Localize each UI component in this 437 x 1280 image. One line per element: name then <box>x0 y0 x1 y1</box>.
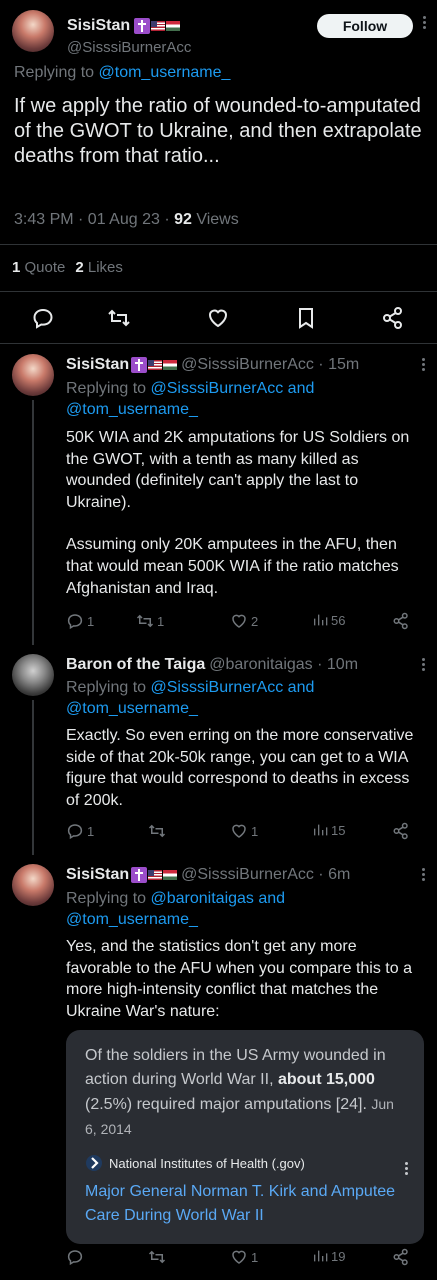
cross-emoji-icon <box>131 357 148 373</box>
share-icon[interactable] <box>392 822 410 840</box>
retweet-icon <box>148 822 166 840</box>
reply-button[interactable]: 1 <box>66 612 94 630</box>
avatar[interactable] <box>12 864 54 906</box>
avatar[interactable] <box>12 654 54 696</box>
cross-emoji-icon <box>134 18 151 34</box>
tweet-text: If we apply the ratio of wounded-to-ampu… <box>14 95 422 167</box>
reply-text: Yes, and the statistics don't get any mo… <box>66 938 412 1020</box>
mention-link[interactable]: @SisssiBurnerAcc and <box>151 380 315 397</box>
views-button[interactable]: 19 <box>312 1248 345 1264</box>
reply-action-bar: 1 1 15 <box>66 822 416 842</box>
like-button[interactable]: 1 <box>230 822 258 840</box>
like-icon[interactable] <box>206 306 230 330</box>
follow-button[interactable]: Follow <box>317 14 413 38</box>
reply-icon <box>66 1248 84 1266</box>
views-button[interactable]: 56 <box>312 612 345 628</box>
mention-link[interactable]: @tom_username_ <box>66 911 198 928</box>
replying-to: Replying to @baronitaigas and @tom_usern… <box>66 890 286 928</box>
retweet-icon <box>148 1248 166 1266</box>
divider <box>0 291 437 292</box>
us-flag-icon <box>148 360 163 370</box>
like-icon <box>230 822 248 840</box>
bookmark-icon[interactable] <box>294 306 318 330</box>
like-button[interactable]: 1 <box>230 1248 258 1266</box>
retweet-button[interactable] <box>148 1248 166 1266</box>
more-icon[interactable] <box>405 1162 408 1175</box>
more-icon[interactable] <box>422 358 425 371</box>
reply-header: SisiStan @SisssiBurnerAcc · 15m <box>66 356 360 373</box>
card-source: National Institutes of Health (.gov) <box>85 1154 305 1172</box>
like-icon <box>230 612 248 630</box>
views-icon <box>312 822 328 838</box>
author-name[interactable]: SisiStan <box>67 17 181 35</box>
main-action-bar <box>0 300 437 336</box>
reply-tweet[interactable]: SisiStan @SisssiBurnerAcc · 6m Replying … <box>0 864 437 1274</box>
avatar[interactable] <box>12 354 54 396</box>
author-handle[interactable]: @SisssiBurnerAcc <box>67 39 191 56</box>
replying-to: Replying to @SisssiBurnerAcc and @tom_us… <box>66 380 315 418</box>
reply-action-bar: 1 1 2 56 <box>66 612 416 632</box>
us-flag-icon <box>151 21 166 31</box>
like-button[interactable]: 2 <box>230 612 258 630</box>
mention-link[interactable]: @tom_username_ <box>66 401 198 418</box>
like-icon <box>230 1248 248 1266</box>
retweet-button[interactable]: 1 <box>136 612 164 630</box>
reply-button[interactable]: 1 <box>66 822 94 840</box>
retweet-icon <box>136 612 154 630</box>
card-snippet: Of the soldiers in the US Army wounded i… <box>85 1047 394 1137</box>
mention-link[interactable]: @SisssiBurnerAcc and <box>151 679 315 696</box>
hungary-flag-icon <box>163 360 178 370</box>
replying-to: Replying to @tom_username_ <box>14 64 231 81</box>
views-button[interactable]: 15 <box>312 822 345 838</box>
reply-text: 50K WIA and 2K amputations for US Soldie… <box>66 429 410 597</box>
more-icon[interactable] <box>422 658 425 671</box>
quotes-stat[interactable]: 1 Quote <box>12 259 65 276</box>
more-icon[interactable] <box>422 868 425 881</box>
share-icon[interactable] <box>381 306 405 330</box>
replying-to: Replying to @SisssiBurnerAcc and @tom_us… <box>66 679 315 717</box>
us-flag-icon <box>148 870 163 880</box>
divider <box>0 343 437 344</box>
cross-emoji-icon <box>131 867 148 883</box>
mention-link[interactable]: @tom_username_ <box>66 700 198 717</box>
reply-tweet[interactable]: SisiStan @SisssiBurnerAcc · 15m Replying… <box>0 354 437 634</box>
likes-stat[interactable]: 2 Likes <box>75 259 123 276</box>
name-emoji <box>134 18 181 34</box>
views-icon <box>312 612 328 628</box>
source-favicon-icon <box>85 1154 103 1172</box>
mention-link[interactable]: @tom_username_ <box>99 64 231 81</box>
avatar[interactable] <box>12 10 54 52</box>
name-emoji <box>131 357 178 373</box>
reply-header: Baron of the Taiga @baronitaigas · 10m <box>66 656 359 673</box>
share-icon[interactable] <box>392 1248 410 1266</box>
hungary-flag-icon <box>166 21 181 31</box>
mention-link[interactable]: @baronitaigas and <box>151 890 286 907</box>
more-icon[interactable] <box>419 16 429 36</box>
divider <box>0 244 437 245</box>
reply-button[interactable] <box>66 1248 84 1266</box>
hungary-flag-icon <box>163 870 178 880</box>
retweet-button[interactable] <box>148 822 166 840</box>
card-link-title[interactable]: Major General Norman T. Kirk and Amputee… <box>85 1180 405 1228</box>
retweet-icon[interactable] <box>107 306 131 330</box>
name-emoji <box>131 867 178 883</box>
tweet-stats: 1 Quote 2 Likes <box>12 259 123 276</box>
reply-icon[interactable] <box>31 306 55 330</box>
link-preview-card[interactable]: Of the soldiers in the US Army wounded i… <box>66 1030 424 1244</box>
reply-text: Exactly. So even erring on the more cons… <box>66 727 414 809</box>
reply-icon <box>66 822 84 840</box>
reply-icon <box>66 612 84 630</box>
reply-tweet[interactable]: Baron of the Taiga @baronitaigas · 10m R… <box>0 654 437 844</box>
tweet-meta: 3:43 PM · 01 Aug 23 · 92 Views <box>14 211 239 228</box>
reply-header: SisiStan @SisssiBurnerAcc · 6m <box>66 866 351 883</box>
reply-action-bar: 1 19 <box>66 1248 416 1268</box>
share-icon[interactable] <box>392 612 410 630</box>
views-icon <box>312 1248 328 1264</box>
